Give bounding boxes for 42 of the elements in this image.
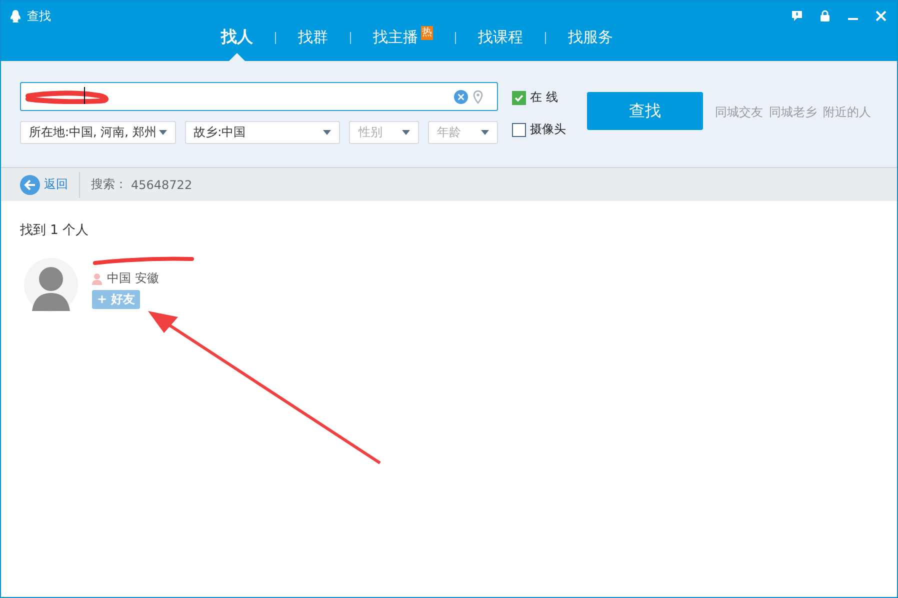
tab[interactable]: 找群: [298, 28, 328, 47]
penguin-icon: [9, 9, 22, 24]
dropdown[interactable]: 故乡:中国: [184, 121, 340, 144]
search-button[interactable]: 查找: [587, 92, 703, 130]
person-icon: [92, 272, 102, 284]
checkbox-label: 在 线: [530, 89, 558, 106]
search-field[interactable]: [20, 82, 498, 111]
dropdown-arrow-icon: [158, 130, 167, 135]
tab[interactable]: 找主播: [373, 28, 418, 47]
clear-icon[interactable]: [454, 90, 468, 104]
tab[interactable]: 找课程: [478, 28, 523, 47]
dropdown[interactable]: 性别: [349, 121, 420, 144]
window-title: 查找: [27, 8, 51, 25]
dropdown[interactable]: 年龄: [428, 121, 498, 144]
checkbox[interactable]: [512, 90, 526, 104]
result-count: 找到 1 个人: [20, 222, 90, 239]
back-link[interactable]: 返回: [20, 174, 68, 194]
add-friend-button[interactable]: + 好友: [92, 290, 140, 309]
lock-icon[interactable]: [819, 10, 831, 22]
tab[interactable]: 找服务: [568, 28, 613, 47]
dropdown-arrow-icon: [323, 130, 332, 135]
dropdown-value: 年龄: [437, 124, 462, 141]
location-pin-icon[interactable]: [473, 90, 483, 104]
hot-badge: 热: [421, 26, 433, 40]
checkbox[interactable]: [512, 122, 526, 136]
quick-link[interactable]: 同城老乡: [769, 104, 817, 121]
checkbox-label: 摄像头: [530, 121, 566, 138]
tab[interactable]: 找人: [221, 27, 253, 48]
quick-link[interactable]: 附近的人: [823, 104, 871, 121]
dropdown-value: 所在地:中国, 河南, 郑州: [29, 124, 156, 141]
person-location: 中国 安徽: [107, 270, 159, 287]
dropdown[interactable]: 所在地:中国, 河南, 郑州: [20, 121, 176, 144]
dropdown-arrow-icon: [481, 130, 489, 135]
search-query: 45648722: [131, 178, 192, 192]
quick-link[interactable]: 同城交友: [715, 104, 763, 121]
avatar: [24, 255, 78, 315]
dropdown-arrow-icon: [402, 130, 410, 135]
close-icon[interactable]: [875, 10, 887, 22]
dropdown-value: 性别: [358, 124, 382, 141]
feedback-icon[interactable]: [791, 10, 803, 22]
dropdown-value: 故乡:中国: [194, 124, 246, 141]
search-query-label: 搜索：: [91, 176, 127, 193]
